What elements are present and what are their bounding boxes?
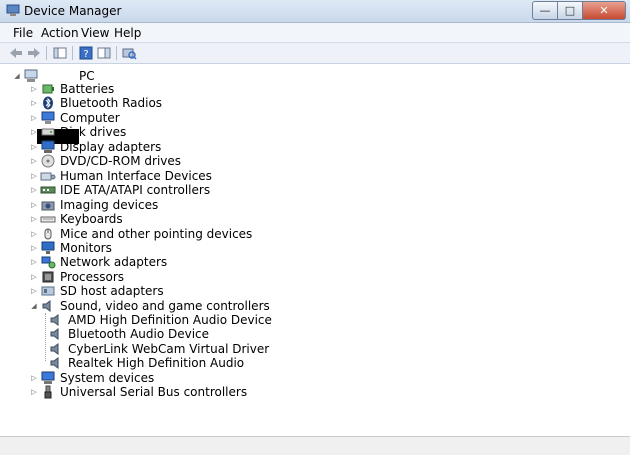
help-icon[interactable]: ? (78, 45, 94, 61)
root-computer-name: PC (79, 69, 95, 83)
window-title: Device Manager (24, 4, 122, 18)
tree-category-universal-serial-bus-controllers[interactable]: ▷ Universal Serial Bus controllers (30, 385, 247, 399)
collapse-arrow-icon[interactable]: ◢ (30, 302, 38, 310)
device-tree[interactable]: ◢ PC ▷ Batteries ▷ Bluetooth Radios ▷ Co… (0, 64, 630, 436)
menu-view[interactable]: View (81, 26, 109, 40)
toolbar-separator (72, 46, 73, 60)
battery-icon (42, 84, 54, 94)
expand-arrow-icon[interactable]: ▷ (30, 215, 38, 223)
maximize-icon: □ (564, 4, 576, 17)
maximize-button[interactable]: □ (558, 1, 583, 20)
device-manager-icon (6, 4, 20, 16)
expand-arrow-icon[interactable]: ▷ (30, 230, 38, 238)
disk-drive-icon (41, 128, 55, 136)
back-arrow-icon[interactable] (8, 45, 24, 61)
speaker-icon (50, 357, 59, 369)
expand-arrow-icon[interactable]: ▷ (30, 128, 38, 136)
tree-guide-line (45, 313, 46, 361)
tree-category-disk-drives[interactable]: ▷ Disk drives (30, 125, 126, 139)
toolbar-separator (46, 46, 47, 60)
tree-category-sd-host-adapters[interactable]: ▷ SD host adapters (30, 284, 163, 298)
speaker-icon (42, 300, 51, 312)
show-hide-action-pane-icon[interactable] (96, 45, 112, 61)
system-device-icon (41, 371, 55, 384)
menu-bar: File Action View Help (0, 23, 630, 43)
ide-controller-icon (40, 186, 56, 194)
tree-category-bluetooth-radios[interactable]: ▷ Bluetooth Radios (30, 96, 162, 110)
status-bar (0, 436, 630, 455)
speaker-icon (50, 343, 59, 355)
expand-arrow-icon[interactable]: ▷ (30, 143, 38, 151)
svg-text:?: ? (83, 49, 88, 60)
expand-arrow-icon[interactable]: ▷ (30, 258, 38, 266)
expand-arrow-icon[interactable]: ▷ (30, 201, 38, 209)
computer-icon (41, 111, 55, 124)
toolbar-separator (116, 46, 117, 60)
window-controls: — □ ✕ (532, 1, 626, 20)
minimize-button[interactable]: — (532, 1, 558, 20)
scan-hardware-changes-icon[interactable] (121, 45, 137, 61)
tree-category-sound-video-and-game-controllers[interactable]: ◢ Sound, video and game controllers (30, 299, 269, 313)
monitor-icon (41, 241, 55, 254)
tree-category-mice-and-other-pointing-devices[interactable]: ▷ Mice and other pointing devices (30, 227, 252, 241)
tree-category-ide-ata-atapi-controllers[interactable]: ▷ IDE ATA/ATAPI controllers (30, 183, 210, 197)
dvd-drive-icon (41, 154, 55, 168)
sd-adapter-icon (41, 286, 55, 296)
hid-icon (40, 172, 56, 181)
tree-device-amd-hd-audio[interactable]: AMD High Definition Audio Device (48, 313, 272, 327)
show-hide-console-tree-icon[interactable] (52, 45, 68, 61)
processor-icon (42, 271, 54, 283)
expand-arrow-icon[interactable]: ▷ (30, 85, 38, 93)
usb-icon (44, 385, 52, 399)
expand-arrow-icon[interactable]: ▷ (30, 114, 38, 122)
menu-help[interactable]: Help (114, 26, 141, 40)
expand-arrow-icon[interactable]: ▷ (30, 374, 38, 382)
tree-category-computer[interactable]: ▷ Computer (30, 111, 119, 125)
camera-icon (41, 201, 55, 211)
tree-device-cyberlink-webcam[interactable]: CyberLink WebCam Virtual Driver (48, 342, 269, 356)
collapse-arrow-icon[interactable]: ◢ (13, 72, 21, 80)
computer-icon (24, 69, 38, 82)
mouse-icon (44, 228, 52, 240)
keyboard-icon (40, 216, 56, 223)
tree-category-display-adapters[interactable]: ▷ Display adapters (30, 140, 161, 154)
expand-arrow-icon[interactable]: ▷ (30, 172, 38, 180)
toolbar: ? (0, 43, 630, 64)
speaker-icon (50, 328, 59, 340)
expand-arrow-icon[interactable]: ▷ (30, 157, 38, 165)
bluetooth-icon (43, 96, 53, 110)
tree-category-processors[interactable]: ▷ Processors (30, 270, 124, 284)
expand-arrow-icon[interactable]: ▷ (30, 244, 38, 252)
network-adapter-icon (41, 256, 56, 269)
tree-device-bluetooth-audio[interactable]: Bluetooth Audio Device (48, 327, 209, 341)
tree-category-dvd-cd-rom-drives[interactable]: ▷ DVD/CD-ROM drives (30, 154, 181, 168)
tree-root[interactable]: ◢ (13, 69, 43, 83)
close-button[interactable]: ✕ (583, 1, 626, 20)
display-adapter-icon (41, 140, 55, 153)
tree-category-imaging-devices[interactable]: ▷ Imaging devices (30, 198, 158, 212)
tree-category-system-devices[interactable]: ▷ System devices (30, 371, 154, 385)
speaker-icon (50, 314, 59, 326)
menu-action[interactable]: Action (41, 26, 79, 40)
forward-arrow-icon[interactable] (26, 45, 42, 61)
tree-category-monitors[interactable]: ▷ Monitors (30, 241, 112, 255)
tree-category-human-interface-devices[interactable]: ▷ Human Interface Devices (30, 169, 212, 183)
tree-category-batteries[interactable]: ▷ Batteries (30, 82, 114, 96)
minimize-icon: — (539, 4, 551, 17)
expand-arrow-icon[interactable]: ▷ (30, 99, 38, 107)
menu-file[interactable]: File (13, 26, 33, 40)
expand-arrow-icon[interactable]: ▷ (30, 273, 38, 281)
expand-arrow-icon[interactable]: ▷ (30, 388, 38, 396)
tree-device-realtek-hd-audio[interactable]: Realtek High Definition Audio (48, 356, 244, 370)
tree-category-network-adapters[interactable]: ▷ Network adapters (30, 255, 167, 269)
tree-category-keyboards[interactable]: ▷ Keyboards (30, 212, 122, 226)
title-bar: Device Manager — □ ✕ (0, 0, 630, 23)
close-icon: ✕ (599, 4, 609, 17)
expand-arrow-icon[interactable]: ▷ (30, 186, 38, 194)
expand-arrow-icon[interactable]: ▷ (30, 287, 38, 295)
